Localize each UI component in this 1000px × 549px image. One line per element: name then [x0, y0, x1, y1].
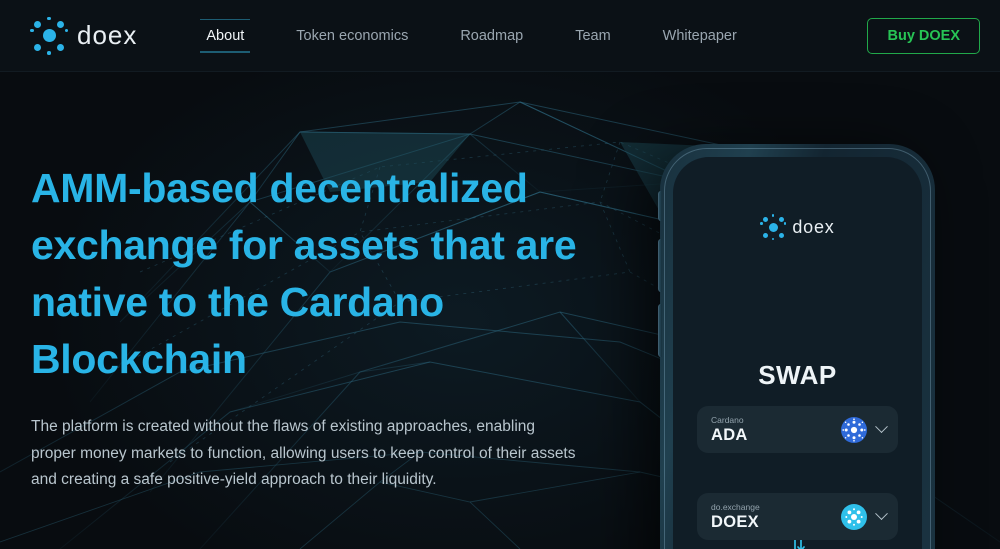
landing-page: doex About Token economics Roadmap Team … — [0, 0, 1000, 549]
nav-item-whitepaper[interactable]: Whitepaper — [661, 19, 739, 53]
doex-token-icon — [841, 503, 867, 530]
phone-mockup: doex SWAP Cardano ADA do.exchange DOEX — [658, 144, 935, 549]
token-field-from[interactable]: Cardano ADA — [697, 406, 898, 453]
page-title: AMM-based decentralized exchange for ass… — [31, 165, 577, 382]
nav-item-roadmap[interactable]: Roadmap — [458, 19, 525, 53]
token-network-label: Cardano — [711, 415, 744, 425]
hero-section: AMM-based decentralized exchange for ass… — [0, 72, 1000, 549]
buy-doex-button[interactable]: Buy DOEX — [867, 18, 980, 54]
hero-description: The platform is created without the flaw… — [31, 418, 576, 488]
chevron-down-icon[interactable] — [875, 420, 888, 434]
token-symbol: ADA — [711, 426, 748, 444]
hero-copy: AMM-based decentralized exchange for ass… — [31, 160, 631, 494]
token-field-to[interactable]: do.exchange DOEX — [697, 493, 898, 540]
phone-volume-down-button[interactable] — [658, 304, 662, 357]
cardano-ada-icon — [841, 416, 867, 443]
nav-item-about[interactable]: About — [200, 18, 251, 53]
app-brand-name: doex — [792, 216, 835, 237]
token-symbol: DOEX — [711, 513, 759, 531]
chevron-down-icon[interactable] — [875, 507, 888, 521]
brand-logo[interactable]: doex — [30, 16, 138, 55]
brand-name: doex — [77, 20, 138, 50]
nav-item-team[interactable]: Team — [573, 19, 612, 53]
swap-heading: SWAP — [758, 360, 837, 390]
site-header: doex About Token economics Roadmap Team … — [0, 0, 1000, 72]
nav-item-token-economics[interactable]: Token economics — [294, 19, 410, 53]
token-network-label: do.exchange — [711, 502, 760, 512]
phone-silent-switch[interactable] — [658, 191, 662, 221]
app-brand-logo: doex — [673, 214, 922, 240]
phone-volume-up-button[interactable] — [658, 239, 662, 292]
main-nav: About Token economics Roadmap Team White… — [200, 18, 786, 53]
phone-screen: doex SWAP Cardano ADA do.exchange DOEX — [673, 157, 922, 549]
doex-atom-icon — [30, 16, 68, 55]
doex-atom-icon — [760, 214, 787, 240]
